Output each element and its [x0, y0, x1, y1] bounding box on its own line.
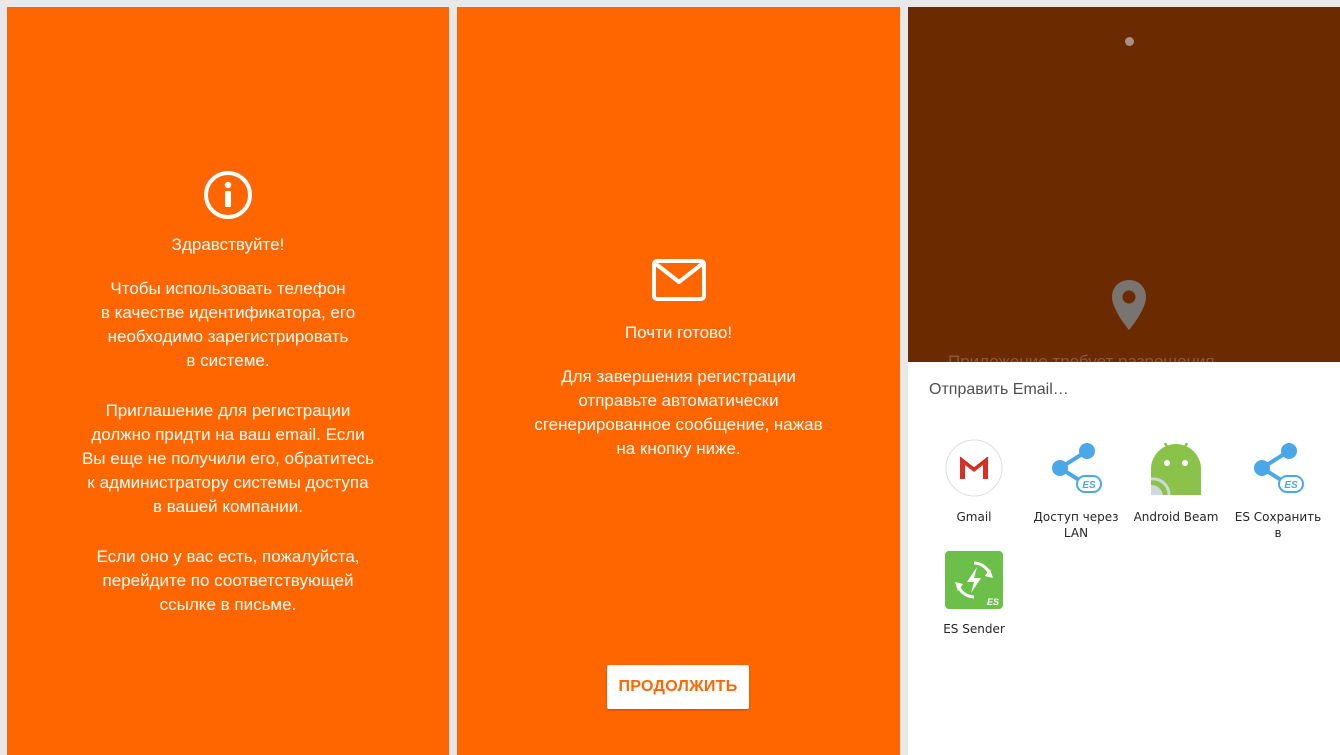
welcome-content: Здравствуйте! Чтобы использовать телефон… — [7, 169, 449, 617]
share-app-es-save[interactable]: ES ES Сохранить в — [1227, 439, 1329, 541]
share-screen: Приложение требует разрешения Отправить … — [908, 7, 1340, 755]
app-label-gmail: Gmail — [956, 510, 992, 524]
es-share-icon: ES — [1254, 443, 1304, 493]
svg-text:ES: ES — [1284, 480, 1298, 491]
gmail-icon — [945, 439, 1003, 497]
continue-button[interactable]: ПРОДОЛЖИТЬ — [607, 665, 749, 709]
share-sheet-title: Отправить Email… — [929, 381, 1069, 398]
share-app-es-sender[interactable]: ES ES Sender — [923, 551, 1025, 637]
app-label-es-save: ES Сохранить в — [1234, 510, 1322, 540]
almost-done-content: Почти готово! Для завершения регистрации… — [457, 259, 900, 461]
app-label-android-beam: Android Beam — [1133, 510, 1219, 524]
location-pin-icon — [1112, 280, 1146, 330]
mail-icon — [651, 259, 706, 301]
svg-text:ES: ES — [1082, 480, 1096, 491]
app-label-es-sender: ES Sender — [943, 622, 1005, 636]
almost-done-screen: Почти готово! Для завершения регистрации… — [457, 7, 900, 755]
share-app-android-beam[interactable]: Android Beam — [1125, 439, 1227, 525]
share-sheet: Отправить Email… Gmail ES Доступ через L… — [908, 362, 1340, 755]
info-icon — [204, 171, 252, 219]
welcome-screen: Здравствуйте! Чтобы использовать телефон… — [7, 7, 449, 755]
android-beam-icon — [1150, 442, 1201, 496]
share-app-lan-access[interactable]: ES Доступ через LAN — [1025, 439, 1127, 541]
es-share-icon: ES — [1052, 443, 1102, 493]
es-sender-icon: ES — [945, 551, 1003, 609]
instructions-paragraph: Для завершения регистрации отправьте авт… — [534, 367, 823, 458]
share-app-gmail[interactable]: Gmail — [923, 439, 1025, 525]
almost-done-title: Почти готово! — [624, 323, 733, 342]
greeting-title: Здравствуйте! — [171, 235, 285, 254]
svg-text:ES: ES — [987, 597, 999, 607]
page-indicator-dot — [1125, 37, 1134, 46]
app-label-lan-access: Доступ через LAN — [1033, 510, 1119, 540]
link-paragraph: Если оно у вас есть, пожалуйста, перейди… — [96, 547, 360, 614]
intro-paragraph: Чтобы использовать телефон в качестве ид… — [100, 279, 356, 370]
invitation-paragraph: Приглашение для регистрации должно придт… — [81, 401, 375, 516]
